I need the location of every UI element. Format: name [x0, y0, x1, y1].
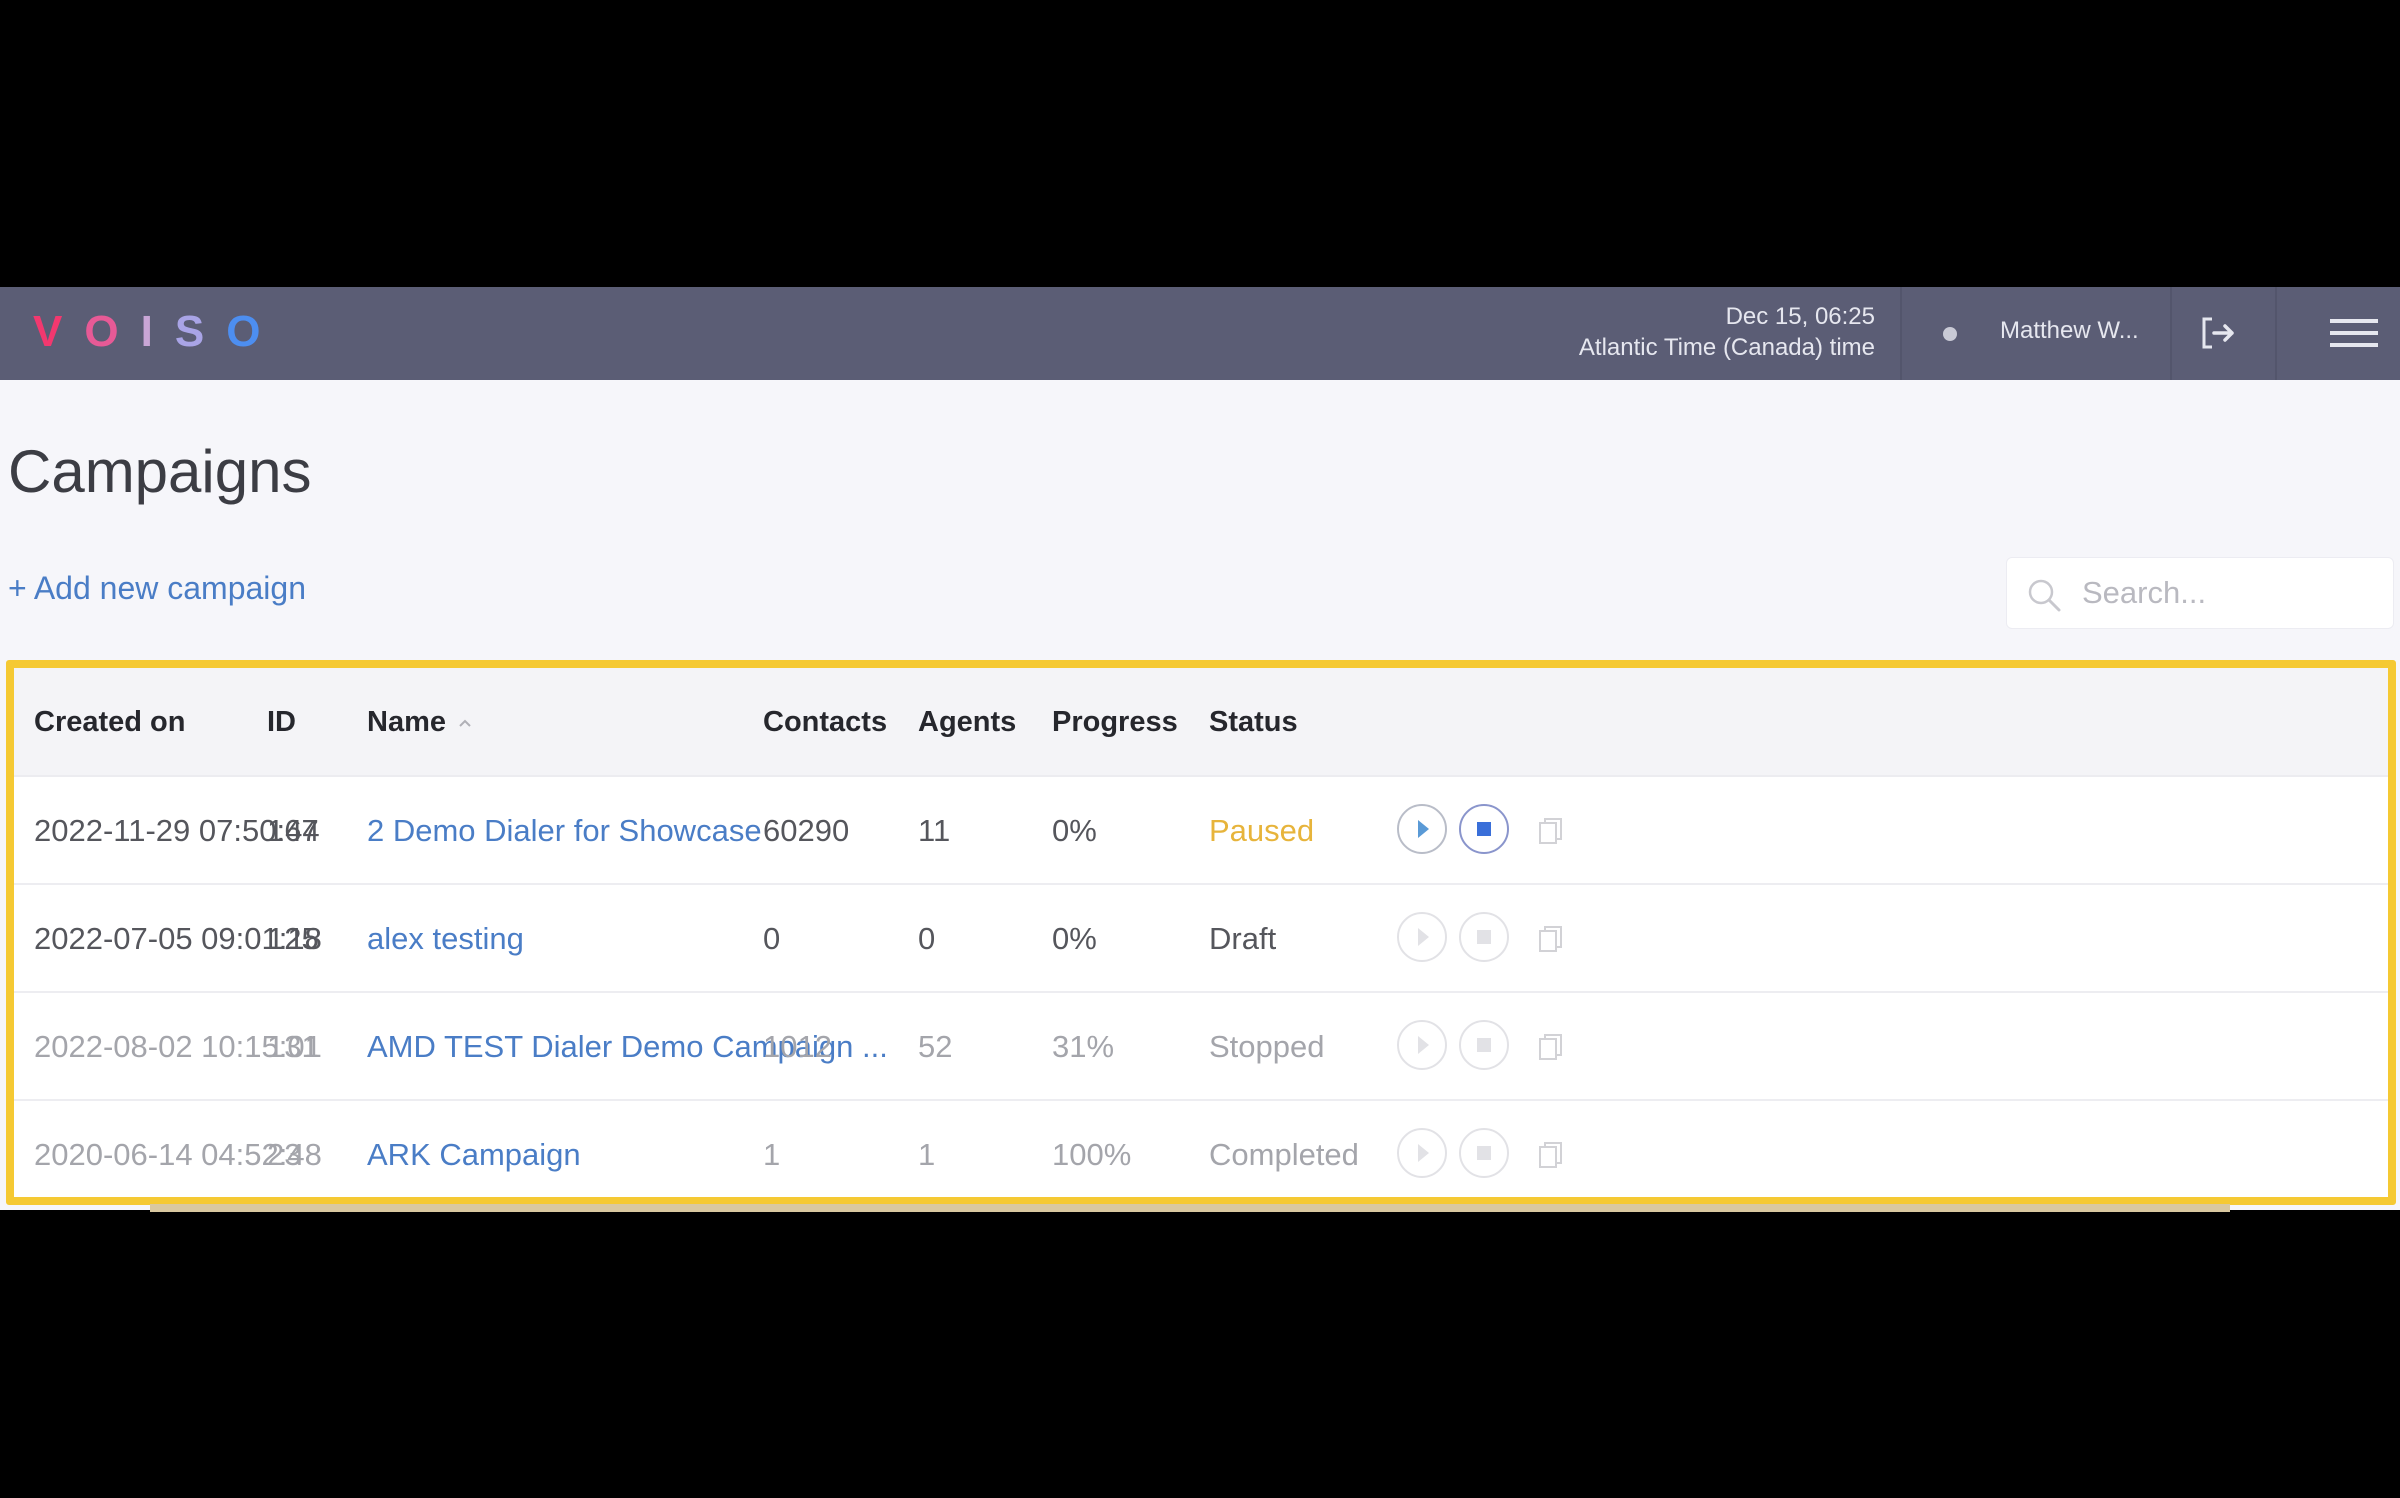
- hamburger-menu-icon: [2330, 319, 2378, 347]
- column-header-label: Status: [1209, 706, 1298, 738]
- copy-campaign-button[interactable]: [1536, 923, 1566, 955]
- add-new-campaign-link[interactable]: + Add new campaign: [8, 570, 306, 607]
- cell-agents: 0: [918, 921, 936, 956]
- column-header-label: Progress: [1052, 706, 1178, 738]
- copy-icon: [1539, 926, 1562, 952]
- logout-button[interactable]: [2200, 315, 2240, 351]
- copy-icon: [1539, 1142, 1562, 1168]
- cell-name[interactable]: ARK Campaign: [367, 1137, 581, 1173]
- copy-campaign-button[interactable]: [1536, 1031, 1566, 1063]
- column-header-label: Name: [367, 706, 446, 738]
- stop-campaign-button[interactable]: [1459, 912, 1509, 962]
- cell-progress: 31%: [1052, 1029, 1115, 1064]
- cell-contacts: 60290: [763, 813, 850, 848]
- scroll-shadow: [150, 1204, 2230, 1212]
- table-row: 2022-08-02 10:15:01 131 AMD TEST Dialer De…: [14, 993, 2388, 1101]
- column-header-progress[interactable]: Progress: [1052, 706, 1178, 739]
- copy-campaign-button[interactable]: [1536, 815, 1566, 847]
- table-row: 2022-07-05 09:01:18 125 alex testing 0 0 0% Dr…: [14, 885, 2388, 993]
- voiso-logo[interactable]: VOISO: [33, 307, 282, 357]
- column-header-created-on[interactable]: Created on: [34, 706, 185, 739]
- logo-letter: O: [84, 307, 141, 356]
- cell-id: 167: [267, 813, 319, 848]
- top-bar: VOISO Dec 15, 06:25 Atlantic Time (Canad…: [0, 287, 2400, 380]
- stop-icon: [1477, 1038, 1491, 1052]
- campaigns-table: Created on ID Name Contacts Agents Progress St…: [14, 668, 2388, 1197]
- cell-id: 125: [267, 921, 319, 956]
- table-header: Created on ID Name Contacts Agents Progress St…: [14, 668, 2388, 777]
- search-box[interactable]: [2006, 557, 2394, 629]
- user-name[interactable]: Matthew W...: [2000, 317, 2139, 345]
- copy-campaign-button[interactable]: [1536, 1139, 1566, 1171]
- play-icon: [1418, 1036, 1429, 1054]
- search-icon: [2028, 579, 2061, 612]
- copy-icon: [1539, 818, 1562, 844]
- play-icon: [1418, 928, 1429, 946]
- table-row: 2022-11-29 07:50:44 167 2 Demo Dialer for …: [14, 777, 2388, 885]
- logout-icon: [2202, 317, 2234, 349]
- table-row: 2020-06-14 04:52:48 23 ARK Campaign 1 1 100% C…: [14, 1101, 2388, 1209]
- cell-contacts: 0: [763, 921, 781, 956]
- divider: [1900, 287, 1902, 380]
- cell-status: Stopped: [1209, 1029, 1325, 1064]
- start-campaign-button[interactable]: [1397, 912, 1447, 962]
- play-icon: [1418, 1144, 1429, 1162]
- search-input[interactable]: [2082, 558, 2382, 628]
- logo-letter: S: [174, 307, 227, 356]
- cell-progress: 0%: [1052, 813, 1097, 848]
- column-header-label: Created on: [34, 706, 186, 738]
- column-header-label: Contacts: [763, 706, 888, 738]
- user-status-indicator: [1943, 327, 1957, 341]
- column-header-agents[interactable]: Agents: [918, 706, 1016, 739]
- column-header-label: Agents: [918, 706, 1017, 738]
- column-header-label: ID: [267, 706, 296, 738]
- cell-name[interactable]: 2 Demo Dialer for Showcase: [367, 813, 762, 849]
- play-icon: [1418, 820, 1429, 838]
- app-window: VOISO Dec 15, 06:25 Atlantic Time (Canad…: [0, 287, 2400, 1212]
- menu-button[interactable]: [2330, 315, 2378, 351]
- start-campaign-button[interactable]: [1397, 1128, 1447, 1178]
- stop-campaign-button[interactable]: [1459, 1128, 1509, 1178]
- stop-icon: [1477, 822, 1491, 836]
- column-header-contacts[interactable]: Contacts: [763, 706, 887, 739]
- cell-progress: 100%: [1052, 1137, 1132, 1172]
- current-date: Dec 15, 06:25: [1725, 303, 1875, 330]
- cell-name[interactable]: alex testing: [367, 921, 524, 957]
- page-title: Campaigns: [8, 438, 312, 505]
- divider: [2275, 287, 2277, 380]
- stop-icon: [1477, 1146, 1491, 1160]
- cell-contacts: 1012: [763, 1029, 832, 1064]
- cell-status: Completed: [1209, 1137, 1359, 1172]
- start-campaign-button[interactable]: [1397, 804, 1447, 854]
- logo-letter: V: [33, 307, 85, 356]
- cell-agents: 52: [918, 1029, 953, 1064]
- cell-id: 131: [267, 1029, 319, 1064]
- column-header-status[interactable]: Status: [1209, 706, 1298, 739]
- cell-id: 23: [267, 1137, 302, 1172]
- sort-ascending-icon: [459, 719, 471, 728]
- divider: [2170, 287, 2172, 380]
- cell-agents: 1: [918, 1137, 936, 1172]
- campaigns-table-highlight: Created on ID Name Contacts Agents Progress St…: [6, 660, 2396, 1205]
- logo-letter: I: [140, 307, 175, 356]
- column-header-name[interactable]: Name: [367, 706, 474, 739]
- start-campaign-button[interactable]: [1397, 1020, 1447, 1070]
- logo-letter: O: [226, 307, 283, 356]
- datetime-display: Dec 15, 06:25 Atlantic Time (Canada) tim…: [1579, 301, 1875, 363]
- cell-agents: 11: [918, 813, 951, 848]
- timezone-label: Atlantic Time (Canada) time: [1578, 334, 1875, 361]
- stop-campaign-button[interactable]: [1459, 1020, 1509, 1070]
- cell-status: Paused: [1209, 813, 1315, 848]
- cell-progress: 0%: [1052, 921, 1097, 956]
- stop-campaign-button[interactable]: [1459, 804, 1509, 854]
- copy-icon: [1539, 1034, 1562, 1060]
- cell-status: Draft: [1209, 921, 1277, 956]
- column-header-id[interactable]: ID: [267, 706, 296, 739]
- cell-contacts: 1: [763, 1137, 781, 1172]
- stop-icon: [1477, 930, 1491, 944]
